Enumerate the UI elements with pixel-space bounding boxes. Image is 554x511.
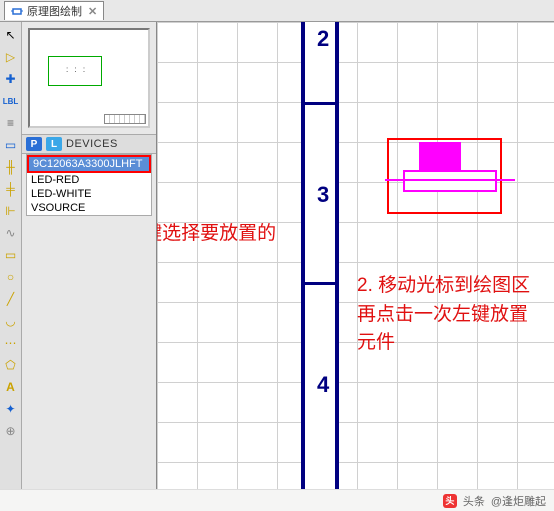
- junction-tool[interactable]: ✚: [2, 70, 20, 88]
- text-script-tool[interactable]: ≡: [2, 114, 20, 132]
- label-tool[interactable]: LBL: [2, 92, 20, 110]
- text-tool[interactable]: A: [2, 378, 20, 396]
- device-list: 9C12063A3300JLHFT LED-RED LED-WHITE VSOU…: [26, 154, 152, 216]
- preview-scale-icon: [104, 114, 146, 124]
- arc-tool[interactable]: ◡: [2, 312, 20, 330]
- ruler-number: 3: [317, 182, 329, 208]
- annotation-step2: 2. 移动光标到绘图区再点击一次左键放置元件: [357, 272, 537, 358]
- libraries-button[interactable]: L: [46, 137, 62, 151]
- list-item[interactable]: 9C12063A3300JLHFT: [27, 155, 151, 173]
- polyline-tool[interactable]: ⋯: [2, 334, 20, 352]
- panel-title: DEVICES: [66, 138, 118, 150]
- panel-header: P L DEVICES: [22, 134, 156, 154]
- bus-tool[interactable]: ╪: [2, 180, 20, 198]
- ruler-number: 4: [317, 372, 329, 398]
- preview-pins: : : :: [66, 65, 87, 74]
- annotation-step1: 1. 点击一次左键选择要放置的元件: [157, 220, 277, 277]
- tool-palette: ↖ ▷ ✚ LBL ≡ ▭ ╫ ╪ ⊩ ∿ ▭ ○ ╱ ◡ ⋯ ⬠ A ✦ ⊕: [0, 22, 22, 489]
- terminal-tool[interactable]: ╫: [2, 158, 20, 176]
- watermark-prefix: 头条: [463, 493, 485, 509]
- component-leads-icon: [385, 179, 515, 181]
- close-icon[interactable]: ✕: [88, 5, 97, 18]
- marker-tool[interactable]: ✦: [2, 400, 20, 418]
- generator-tool[interactable]: ∿: [2, 224, 20, 242]
- placed-component-ghost[interactable]: [387, 138, 502, 214]
- tab-schematic[interactable]: 原理图绘制 ✕: [4, 1, 104, 20]
- schematic-icon: [11, 5, 23, 17]
- watermark-user: @逢炬雕起: [491, 493, 546, 509]
- rect-tool[interactable]: ▭: [2, 246, 20, 264]
- list-item[interactable]: VSOURCE: [27, 201, 151, 215]
- list-item[interactable]: LED-WHITE: [27, 187, 151, 201]
- circle-tool[interactable]: ○: [2, 268, 20, 286]
- component-mode-tool[interactable]: ▷: [2, 48, 20, 66]
- tab-title: 原理图绘制: [27, 3, 82, 19]
- subcircuit-tool[interactable]: ▭: [2, 136, 20, 154]
- list-item[interactable]: LED-RED: [27, 173, 151, 187]
- pin-tool[interactable]: ⊩: [2, 202, 20, 220]
- component-outline-icon: [403, 170, 497, 192]
- ruler-number: 2: [317, 26, 329, 52]
- main-area: ↖ ▷ ✚ LBL ≡ ▭ ╫ ╪ ⊩ ∿ ▭ ○ ╱ ◡ ⋯ ⬠ A ✦ ⊕ …: [0, 22, 554, 489]
- cursor-tool[interactable]: ↖: [2, 26, 20, 44]
- origin-tool[interactable]: ⊕: [2, 422, 20, 440]
- tab-bar: 原理图绘制 ✕: [0, 0, 554, 22]
- polygon-tool[interactable]: ⬠: [2, 356, 20, 374]
- sheet-border-ruler: 2 3 4: [301, 22, 339, 489]
- pick-devices-button[interactable]: P: [26, 137, 42, 151]
- schematic-canvas[interactable]: 2 3 4 1. 点击一次左键选择要放置的元件 2. 移动光标到绘图区再点击一次…: [157, 22, 554, 489]
- preview-window[interactable]: : : :: [28, 28, 150, 128]
- ruler-tick: [305, 102, 335, 105]
- watermark-bar: 头 头条 @逢炬雕起: [0, 489, 554, 511]
- toutiao-logo-icon: 头: [443, 494, 457, 508]
- ruler-tick: [305, 282, 335, 285]
- line-tool[interactable]: ╱: [2, 290, 20, 308]
- object-selector-panel: : : : P L DEVICES 9C12063A3300JLHFT LED-…: [22, 22, 157, 489]
